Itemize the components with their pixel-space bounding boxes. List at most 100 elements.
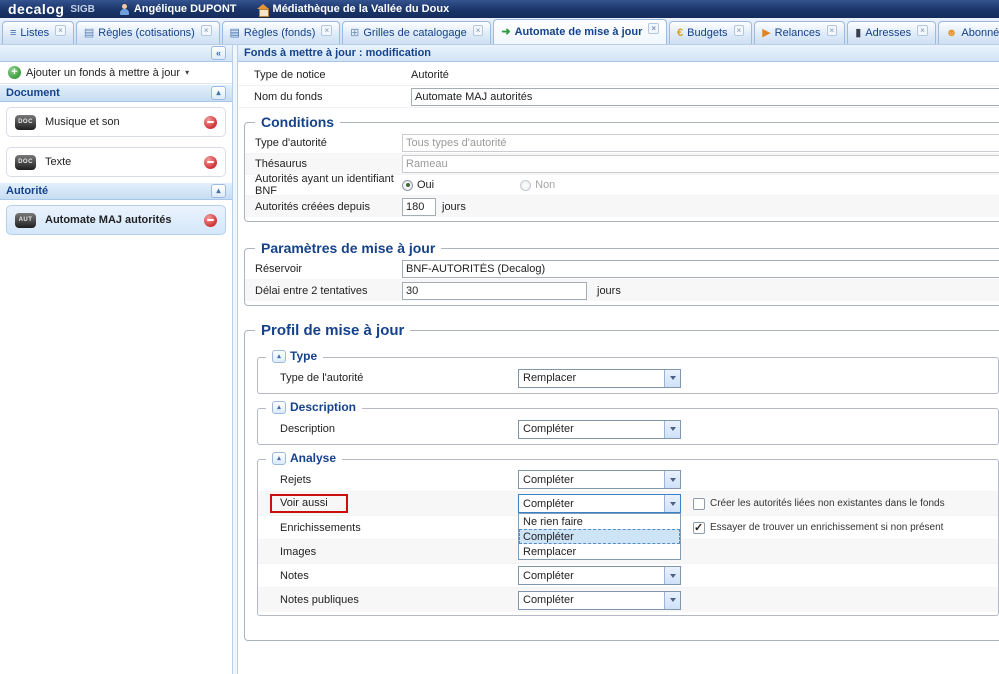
main-panel: Fonds à mettre à jour : modification Typ… [237,45,999,674]
reservoir-input[interactable] [402,260,999,278]
library-name: Médiathèque de la Vallée du Doux [273,3,450,15]
list-item-texte[interactable]: DOC Texte [6,147,226,177]
conditions-legend: Conditions [255,114,340,130]
chevron-down-icon: ▾ [185,68,189,77]
notes-select[interactable]: Compléter [518,566,681,585]
tab-grilles-catalogage[interactable]: ⊞ Grilles de catalogage × [342,21,491,44]
home-icon [257,4,269,15]
fund-name-row: Nom du fonds [238,86,999,108]
list-item-musique-et-son[interactable]: DOC Musique et son [6,107,226,137]
dropdown-option[interactable]: Remplacer [519,544,680,559]
current-user[interactable]: Angélique DUPONT [119,3,237,15]
conditions-fieldset: Conditions Type d'autorité Thésaurus Aut… [244,122,999,222]
update-arrow-icon: ➜ [501,27,510,38]
section-collapse-icon[interactable]: ▴ [211,184,226,198]
tab-close-icon[interactable]: × [734,25,745,36]
created-since-input[interactable] [402,198,436,216]
current-library[interactable]: Médiathèque de la Vallée du Doux [257,3,450,15]
voir-aussi-highlight: Voir aussi [270,494,348,513]
app-logo: decalog [8,1,64,17]
fund-form: Type de notice Autorité Nom du fonds Con… [238,62,999,674]
doc-badge: DOC [15,155,36,170]
tab-automate-mise-a-jour[interactable]: ➜ Automate de mise à jour × [493,19,667,44]
sidebar-collapse-button[interactable]: « [211,46,226,60]
group-collapse-icon[interactable]: ▴ [272,350,286,363]
delay-input[interactable] [402,282,587,300]
remove-icon[interactable] [204,116,217,129]
profile-fieldset: Profil de mise à jour ▴ Type Type de l'a… [244,330,999,641]
bnf-yes-radio[interactable] [402,180,413,191]
person-icon: ☻ [946,28,958,39]
tab-close-icon[interactable]: × [201,25,212,36]
voir-aussi-select[interactable]: Compléter [518,494,681,513]
chevron-down-icon[interactable] [664,495,680,512]
tab-close-icon[interactable]: × [55,25,66,36]
notes-publiques-select[interactable]: Compléter [518,591,681,610]
bnf-no-radio[interactable] [520,180,531,191]
chevron-down-icon[interactable] [664,567,680,584]
building-icon: ▮ [855,28,861,39]
fund-name-input[interactable] [411,88,999,106]
tab-close-icon[interactable]: × [473,25,484,36]
description-group-legend: Description [290,400,356,414]
try-enrichment-checkbox[interactable] [693,522,705,534]
section-collapse-icon[interactable]: ▴ [211,86,226,100]
tab-regles-fonds[interactable]: ▤ Règles (fonds) × [222,21,341,44]
user-icon [119,4,130,15]
remove-icon[interactable] [204,214,217,227]
remove-icon[interactable] [204,156,217,169]
content-area: « + Ajouter un fonds à mettre à jour ▾ D… [0,45,999,674]
panel-title-bar: Fonds à mettre à jour : modification [238,45,999,62]
create-linked-authorities-checkbox[interactable] [693,498,705,510]
tab-close-icon[interactable]: × [827,25,838,36]
analysis-group: ▴ Analyse Rejets Compléter [257,459,999,616]
notes-row: Notes Compléter [258,564,998,588]
tab-budgets[interactable]: € Budgets × [669,21,752,44]
tab-adresses[interactable]: ▮ Adresses × [847,21,936,44]
params-legend: Paramètres de mise à jour [255,240,441,256]
list-icon: ≡ [10,28,16,39]
authority-type-select[interactable]: Remplacer [518,369,681,388]
green-plus-icon: + [8,66,21,79]
tab-abonnes-fonctionnels[interactable]: ☻ Abonnés fonctionnels × [938,21,999,44]
tab-bar: ≡ Listes × ▤ Règles (cotisations) × ▤ Rè… [0,18,999,45]
notice-type-row: Type de notice Autorité [238,64,999,86]
description-group: ▴ Description Description Compléter [257,408,999,445]
notice-type-value: Autorité [411,69,449,81]
page-title: Fonds à mettre à jour : modification [244,47,431,59]
profile-legend: Profil de mise à jour [255,322,410,339]
group-collapse-icon[interactable]: ▴ [272,401,286,414]
chevron-down-icon[interactable] [664,471,680,488]
tab-close-icon[interactable]: × [648,23,659,34]
dropdown-option[interactable]: Compléter [519,529,680,544]
aut-badge: AUT [15,213,36,228]
chevron-down-icon[interactable] [664,421,680,438]
list-item-automate-maj-autorites[interactable]: AUT Automate MAJ autorités [6,205,226,235]
tab-close-icon[interactable]: × [321,25,332,36]
rejets-select[interactable]: Compléter [518,470,681,489]
voir-aussi-dropdown-list: Ne rien faire Compléter Remplacer [518,513,681,560]
dropdown-option[interactable]: Ne rien faire [519,514,680,529]
sidebar-header-bar: « [0,45,232,62]
sidebar-section-autorite[interactable]: Autorité ▴ [0,182,232,200]
chevron-down-icon[interactable] [664,592,680,609]
add-fund-button[interactable]: + Ajouter un fonds à mettre à jour ▾ [0,62,232,84]
grid-icon: ⊞ [350,28,359,39]
description-select[interactable]: Compléter [518,420,681,439]
voir-aussi-row: Voir aussi Compléter Ne rien faire Compl… [258,492,998,516]
chevron-down-icon[interactable] [664,370,680,387]
rejets-row: Rejets Compléter [258,468,998,492]
notes-publiques-row: Notes publiques Compléter [258,588,998,612]
type-group-legend: Type [290,349,317,363]
tab-regles-cotisations[interactable]: ▤ Règles (cotisations) × [76,21,220,44]
sidebar-section-document[interactable]: Document ▴ [0,84,232,102]
group-collapse-icon[interactable]: ▴ [272,452,286,465]
tab-relances[interactable]: ▶ Relances × [754,21,845,44]
thesaurus-input [402,155,999,173]
euro-icon: € [677,28,683,39]
voir-aussi-select-wrap: Compléter Ne rien faire Compléter Rempla… [518,494,681,513]
tab-listes[interactable]: ≡ Listes × [2,21,74,44]
user-name: Angélique DUPONT [134,3,237,15]
tab-close-icon[interactable]: × [917,25,928,36]
app-logo-suffix: SIGB [70,4,94,15]
